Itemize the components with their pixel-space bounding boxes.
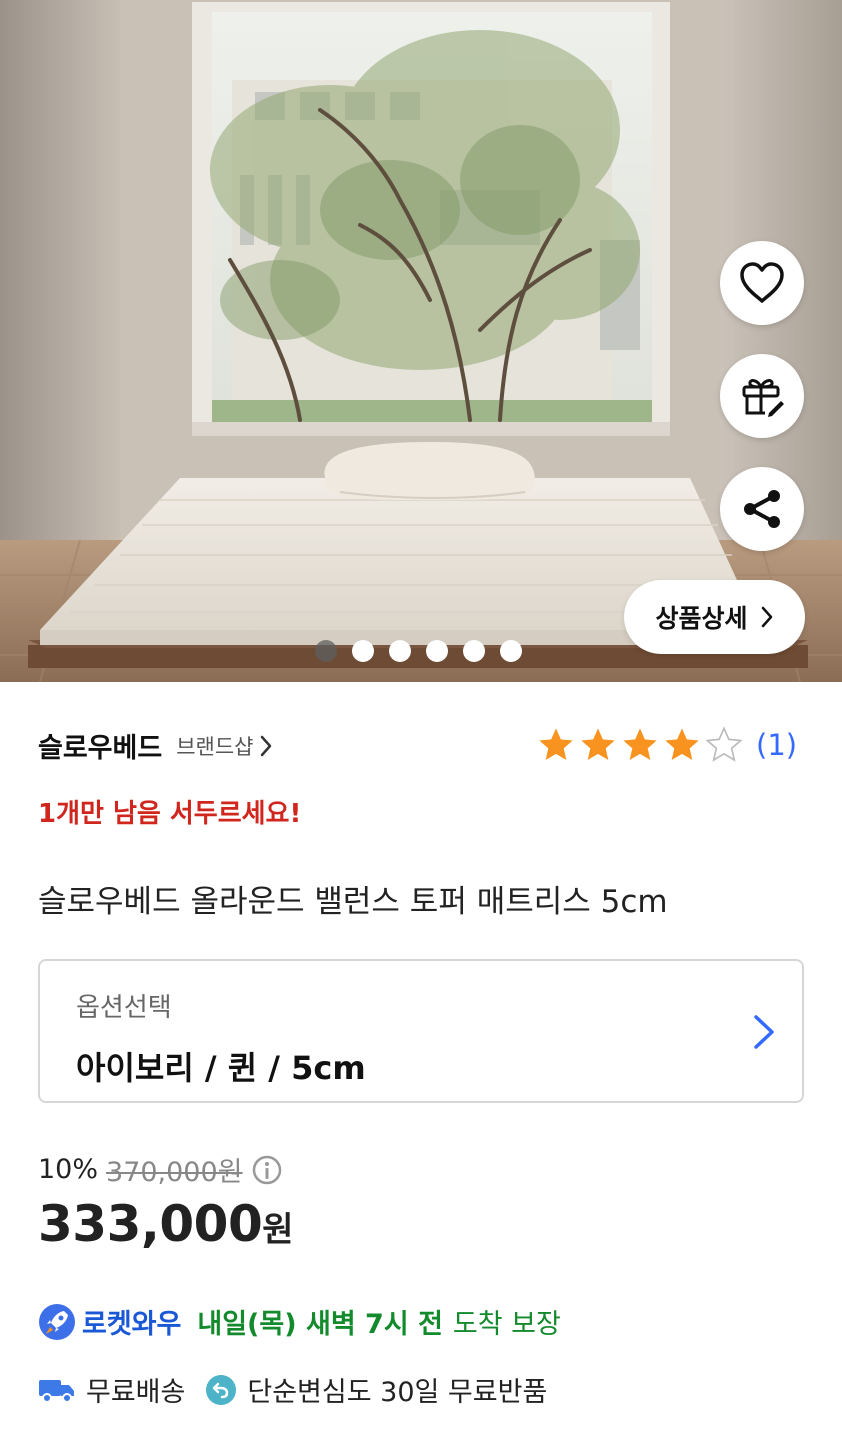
star-empty-icon: [705, 726, 743, 762]
option-label: 옵션선택: [76, 993, 172, 1023]
carousel-indicator: [315, 640, 522, 662]
review-count[interactable]: (1): [756, 728, 797, 762]
gift-button[interactable]: [720, 354, 804, 438]
price-meta: 10% 370,000원: [38, 1150, 283, 1189]
share-icon: [744, 490, 780, 528]
discount-rate: 10%: [38, 1154, 99, 1185]
carousel-dot[interactable]: [315, 640, 337, 662]
rating[interactable]: (1): [536, 725, 797, 765]
stock-warning: 1개만 남음 서두르세요!: [38, 799, 302, 829]
star-filled-icon: [665, 728, 699, 760]
arrival-guarantee: 도착 보장: [452, 1309, 561, 1340]
chevron-right-icon: [761, 606, 772, 628]
star-filled-icon: [581, 728, 615, 760]
chevron-right-icon: [754, 1015, 774, 1049]
sale-price: 333,000 원: [38, 1195, 294, 1253]
shipping-row: 무료배송 단순변심도 30일 무료반품: [38, 1370, 547, 1409]
truck-icon: [39, 1379, 74, 1403]
sale-price-unit: 원: [262, 1210, 294, 1250]
product-detail-label: 상품상세: [655, 604, 748, 633]
original-price: 370,000원: [106, 1157, 243, 1188]
carousel-dot[interactable]: [352, 640, 374, 662]
chevron-right-icon: [259, 734, 273, 758]
sale-price-number: 333,000: [38, 1195, 263, 1253]
star-filled-icon: [623, 728, 657, 760]
gift-icon: [742, 379, 784, 417]
rocket-delivery-row: 로켓와우 내일(목) 새벽 7시 전 도착 보장: [38, 1302, 561, 1341]
rocket-wow-label: 로켓와우: [82, 1309, 182, 1340]
brand-name: 슬로우베드: [38, 733, 163, 764]
share-button[interactable]: [720, 467, 804, 551]
carousel-dot[interactable]: [389, 640, 411, 662]
product-detail-button[interactable]: 상품상세: [624, 580, 805, 654]
star-filled-icon: [539, 728, 573, 760]
option-selector[interactable]: 옵션선택 아이보리 / 퀸 / 5cm: [38, 959, 804, 1103]
arrival-time: 내일(목) 새벽 7시 전: [197, 1309, 443, 1340]
free-return: 단순변심도 30일 무료반품: [247, 1377, 548, 1408]
star-rating: [536, 725, 744, 765]
carousel-dot[interactable]: [463, 640, 485, 662]
option-value: 아이보리 / 퀸 / 5cm: [76, 1049, 366, 1087]
carousel-dot[interactable]: [426, 640, 448, 662]
brand-row[interactable]: 슬로우베드 브랜드샵: [38, 726, 273, 765]
heart-icon: [740, 262, 784, 303]
product-image-carousel[interactable]: 상품상세: [0, 0, 842, 682]
like-button[interactable]: [720, 241, 804, 325]
carousel-dot[interactable]: [500, 640, 522, 662]
rocket-icon: [39, 1303, 75, 1340]
info-icon[interactable]: [251, 1154, 283, 1186]
free-shipping: 무료배송: [86, 1377, 186, 1408]
return-icon: [205, 1374, 237, 1406]
product-title: 슬로우베드 올라운드 밸런스 토퍼 매트리스 5cm: [38, 884, 668, 920]
brand-shop-link[interactable]: 브랜드샵: [176, 731, 253, 761]
